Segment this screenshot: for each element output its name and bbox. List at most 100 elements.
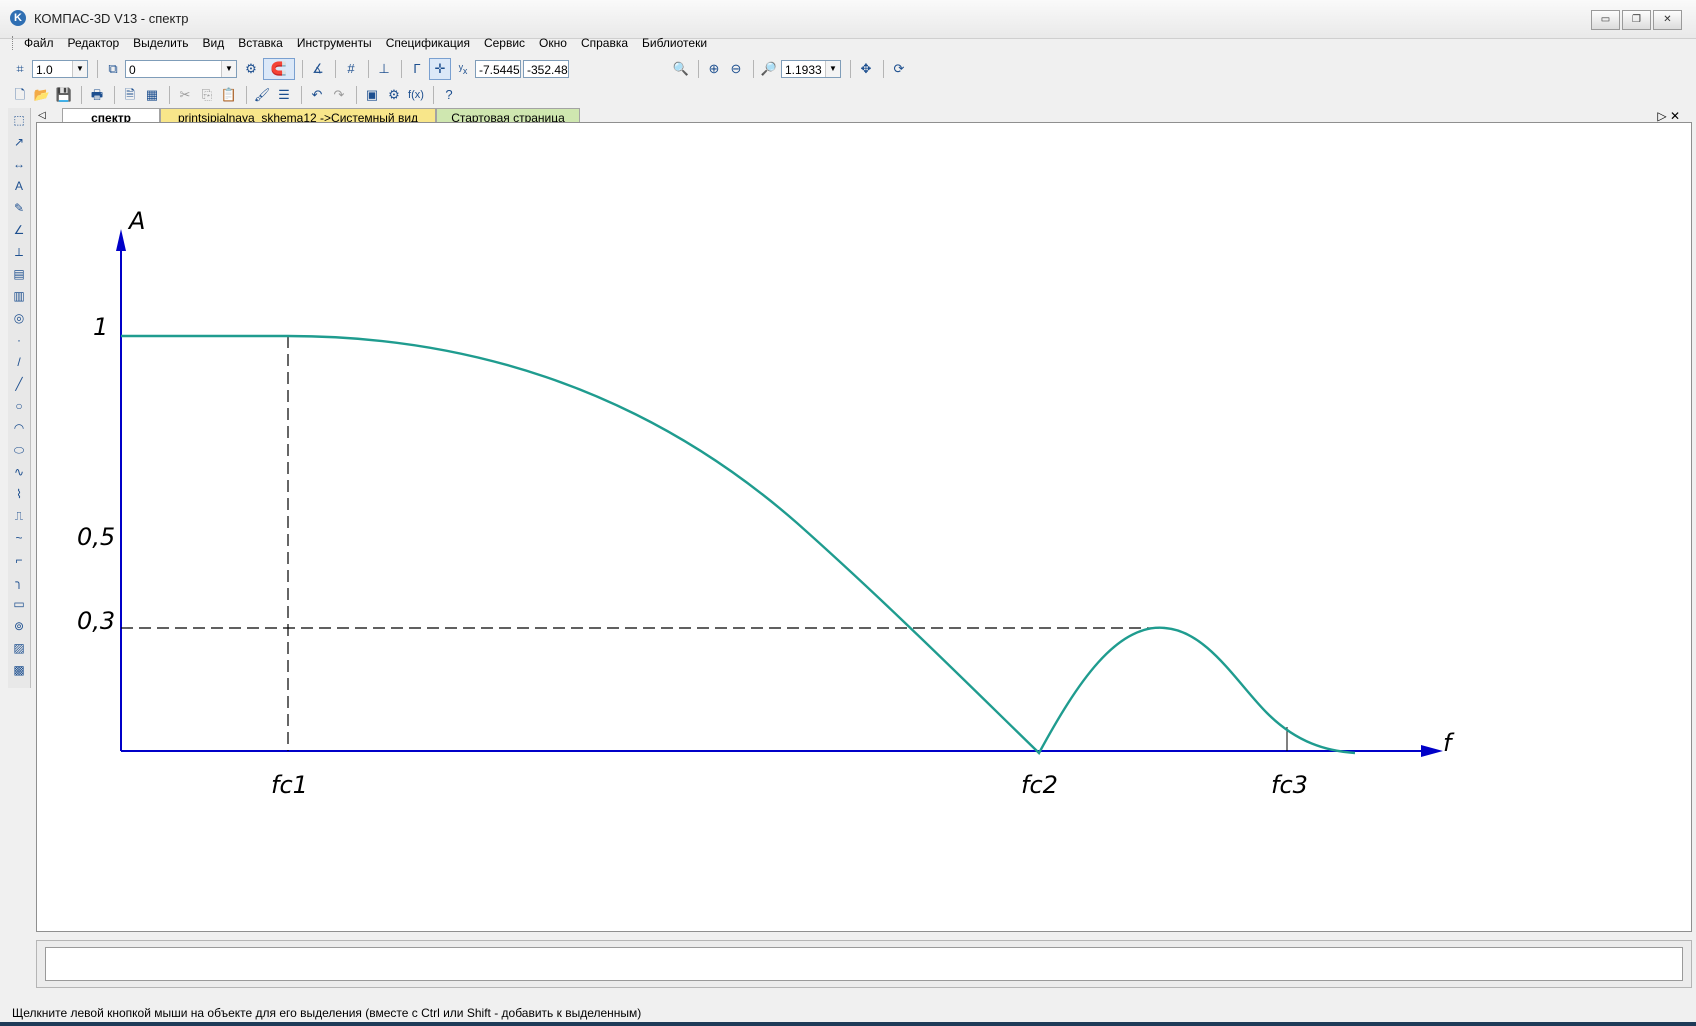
local-cs-icon[interactable]: ∡ [308,59,328,79]
pan-icon[interactable]: ✥ [856,59,876,79]
spec-icon[interactable]: ▥ [9,286,29,306]
y-tick-label-05: 0,5 [77,523,115,551]
undo-icon[interactable]: ↶ [307,85,327,105]
zoom-window-icon[interactable]: 🔍 [671,59,691,79]
menu-editor[interactable]: Редактор [68,36,120,50]
cursor-coords-button[interactable]: ✛ [429,58,451,80]
menu-help[interactable]: Справка [581,36,628,50]
menu-service[interactable]: Сервис [484,36,525,50]
menu-select[interactable]: Выделить [133,36,188,50]
grid-step-icon[interactable]: ⌗ [10,59,30,79]
layers-icon[interactable]: ⧉ [103,59,123,79]
grid-icon[interactable]: # [341,59,361,79]
cut-icon[interactable]: ✂ [175,85,195,105]
parametrization-icon[interactable]: ∠ [9,220,29,240]
properties-list-icon[interactable]: ☰ [274,85,294,105]
select-tool-icon[interactable]: ⬚ [9,110,29,130]
print-icon[interactable]: 🖶 [87,85,107,105]
coord-y-field[interactable]: -352.48 [523,60,569,78]
refresh-view-icon[interactable]: ⟳ [889,59,909,79]
auxiliary-line-icon[interactable]: / [9,352,29,372]
x-tick-label-fc3: fc3 [1271,771,1308,799]
separator [97,60,98,78]
ortho-icon[interactable]: ⊥ [374,59,394,79]
zoom-scale-icon[interactable]: 🔎 [759,59,779,79]
compact-toolbar: ⬚ ↗ ↔ A ✎ ∠ ⟂ ▤ ▥ ◎ · / ╱ ○ ◠ ⬭ ∿ ⌇ ⎍ ~ … [8,108,31,688]
spectrum-curve [121,334,1356,755]
y-axis-arrow [116,229,126,251]
open-folder-icon[interactable]: 📂 [32,85,52,105]
menu-grip-handle[interactable] [12,36,16,50]
zoom-out-icon[interactable]: ⊖ [726,59,746,79]
fill-icon[interactable]: ▩ [9,660,29,680]
round-icon[interactable]: Γ [407,59,427,79]
close-button[interactable]: ✕ [1653,10,1682,30]
save-icon[interactable]: 💾 [54,85,74,105]
format-brush-icon[interactable]: 🖌 [252,85,272,105]
menu-libraries[interactable]: Библиотеки [642,36,707,50]
os-taskbar [0,1022,1696,1026]
geometry-icon[interactable]: ↗ [9,132,29,152]
menu-tools[interactable]: Инструменты [297,36,372,50]
chevron-down-icon: ▼ [825,61,840,77]
manager-icon[interactable]: ▦ [142,85,162,105]
function-icon[interactable]: f(x) [406,85,426,105]
measure-icon[interactable]: ⟂ [9,242,29,262]
y-tick-label-03: 0,3 [77,607,115,635]
current-state-toolbar: ⌗ 1.0 ▼ ⧉ 0 ▼ ⚙ 🧲 ∡ # ⊥ Γ ✛ ʸₓ -7.5445 -35… [0,56,1696,82]
edit-icon[interactable]: ✎ [9,198,29,218]
menu-view[interactable]: Вид [203,36,225,50]
help-pointer-icon[interactable]: ? [439,85,459,105]
arc-icon[interactable]: ◠ [9,418,29,438]
designations-icon[interactable]: A [9,176,29,196]
minimize-button[interactable]: ▭ [1591,10,1620,30]
fillet-icon[interactable]: ╮ [9,572,29,592]
zoom-in-icon[interactable]: ⊕ [704,59,724,79]
paste-icon[interactable]: 📋 [219,85,239,105]
separator [356,86,357,104]
separator [883,60,884,78]
menu-bar: Файл Редактор Выделить Вид Вставка Инстр… [0,32,1696,54]
command-input[interactable] [45,947,1683,981]
ellipse-icon[interactable]: ⬭ [9,440,29,460]
separator [302,60,303,78]
snap-magnet-button[interactable]: 🧲 [263,58,295,80]
contour-icon[interactable]: ⎍ [9,506,29,526]
menu-specification[interactable]: Спецификация [386,36,470,50]
menu-window[interactable]: Окно [539,36,567,50]
copy-icon[interactable]: ⎘ [197,85,217,105]
drawing-canvas[interactable]: A f 1 0,5 0,3 fc1 fc2 fc3 [36,122,1692,932]
restore-button[interactable]: ❐ [1622,10,1651,30]
layer-combo[interactable]: 0 ▼ [125,60,237,78]
scale-combo[interactable]: 1.0 ▼ [32,60,88,78]
redo-icon[interactable]: ↷ [329,85,349,105]
equidistant-icon[interactable]: ⊚ [9,616,29,636]
tabs-menu-icon[interactable]: ▷ ✕ [1657,109,1680,123]
library-icon[interactable]: ▣ [362,85,382,105]
point-icon[interactable]: · [9,330,29,350]
segment-icon[interactable]: ╱ [9,374,29,394]
menu-insert[interactable]: Вставка [238,36,283,50]
chamfer-icon[interactable]: ⌐ [9,550,29,570]
variables-icon[interactable]: ⚙ [384,85,404,105]
tabs-scroll-left-icon[interactable]: ◁ [38,110,46,121]
new-document-icon[interactable]: 🗋 [10,85,30,105]
separator [433,86,434,104]
dimensions-icon[interactable]: ↔ [9,154,29,174]
zoom-combo[interactable]: 1.1933 ▼ [781,60,841,78]
polyline-icon[interactable]: ⌇ [9,484,29,504]
hatch-icon[interactable]: ▨ [9,638,29,658]
menu-file[interactable]: Файл [24,36,54,50]
reports-icon[interactable]: ◎ [9,308,29,328]
bezier-icon[interactable]: ~ [9,528,29,548]
coord-x-field[interactable]: -7.5445 [475,60,521,78]
spline-icon[interactable]: ∿ [9,462,29,482]
properties-icon[interactable]: ⚙ [241,59,261,79]
separator [368,60,369,78]
y-axis-label: A [127,207,145,235]
circle-icon[interactable]: ○ [9,396,29,416]
preview-icon[interactable]: 🗎 [120,85,140,105]
select-icon[interactable]: ▤ [9,264,29,284]
separator [753,60,754,78]
rectangle-icon[interactable]: ▭ [9,594,29,614]
